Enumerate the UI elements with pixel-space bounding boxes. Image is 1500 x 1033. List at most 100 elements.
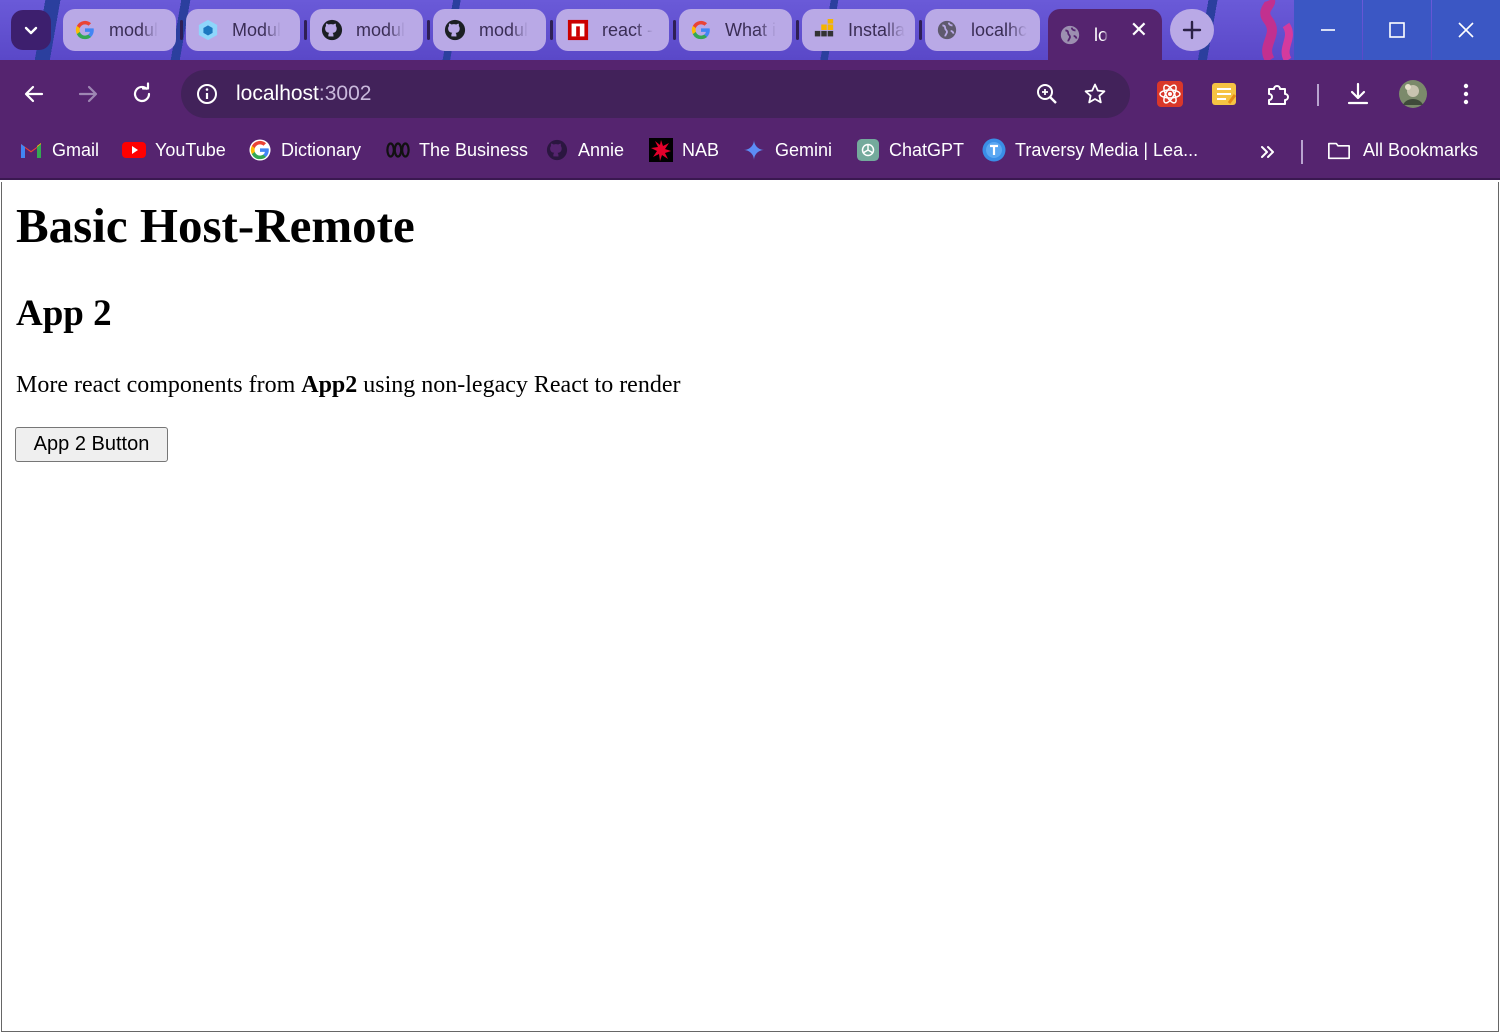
arrow-right-icon xyxy=(78,85,98,103)
gemini-icon xyxy=(742,138,766,162)
zoom-icon[interactable] xyxy=(1033,80,1061,108)
tab-separator xyxy=(796,20,799,40)
chevron-double-right-icon[interactable] xyxy=(1256,140,1280,164)
bookmark-traversy[interactable]: Traversy Media | Lea... xyxy=(982,138,1198,162)
tab-separator xyxy=(550,20,553,40)
tab[interactable]: modul xyxy=(310,9,423,51)
tab-separator xyxy=(919,20,922,40)
google-icon xyxy=(689,18,713,42)
tab-separator xyxy=(673,20,676,40)
maximize-icon xyxy=(1389,22,1405,38)
page-heading: Basic Host-Remote xyxy=(16,198,415,253)
close-window-button[interactable] xyxy=(1432,0,1500,60)
chevron-down-icon xyxy=(24,26,38,35)
bookmark-label: Annie xyxy=(578,139,625,160)
bookmark-label: NAB xyxy=(682,139,720,160)
tab-title: modul xyxy=(479,19,529,40)
bookmark-star-icon[interactable] xyxy=(1081,80,1109,108)
minimize-icon xyxy=(1321,29,1335,31)
tab-title: lo xyxy=(1094,24,1109,45)
bookmark-the-business[interactable]: The Business xyxy=(386,138,528,162)
bookmark-youtube[interactable]: YouTube xyxy=(122,138,226,162)
plus-icon xyxy=(1182,20,1202,40)
page-content: Basic Host-Remote App 2 More react compo… xyxy=(1,182,1499,1032)
github-icon xyxy=(443,18,467,42)
tab-separator xyxy=(180,20,183,40)
page-subheading: App 2 xyxy=(16,293,112,334)
arrow-left-icon xyxy=(24,85,44,103)
bookmark-label: Gemini xyxy=(775,139,833,160)
bookmark-chatgpt[interactable]: ChatGPT xyxy=(856,138,964,162)
react-devtools-icon[interactable] xyxy=(1156,80,1184,108)
back-button[interactable] xyxy=(12,72,56,116)
url-host: localhost xyxy=(236,82,319,105)
webpack-icon xyxy=(196,18,220,42)
tab-active[interactable]: lo ✕ xyxy=(1048,9,1162,60)
github-icon xyxy=(545,138,569,162)
bookmark-gmail[interactable]: Gmail xyxy=(19,138,99,162)
page-description: More react components from App2 using no… xyxy=(16,370,680,400)
bookmark-label: Traversy Media | Lea... xyxy=(1015,139,1199,160)
url-port: :3002 xyxy=(318,82,372,105)
address-bar[interactable]: localhost:3002 xyxy=(181,70,1130,118)
close-tab-icon[interactable]: ✕ xyxy=(1130,19,1148,41)
notes-extension-icon[interactable] xyxy=(1210,80,1238,108)
abc-icon xyxy=(386,138,410,162)
bookmark-nab[interactable]: NAB xyxy=(649,138,719,162)
traversy-icon xyxy=(982,138,1006,162)
globe-icon xyxy=(935,18,959,42)
tab-separator xyxy=(427,20,430,40)
youtube-icon xyxy=(122,138,146,162)
tab-title: What i xyxy=(725,19,777,40)
site-info-icon[interactable] xyxy=(193,80,221,108)
description-app-name: App2 xyxy=(301,372,358,398)
tab[interactable]: modul xyxy=(433,9,546,51)
tab-title: Installa xyxy=(848,19,906,40)
tab-separator xyxy=(304,20,307,40)
close-icon xyxy=(1458,22,1474,38)
theme-decoration xyxy=(1260,0,1293,60)
github-icon xyxy=(320,18,344,42)
bookmark-gemini[interactable]: Gemini xyxy=(742,138,832,162)
folder-icon xyxy=(1327,138,1351,162)
bookmark-dictionary[interactable]: Dictionary xyxy=(248,138,361,162)
reload-button[interactable] xyxy=(120,72,164,116)
globe-icon xyxy=(1058,23,1082,47)
all-bookmarks-label: All Bookmarks xyxy=(1363,139,1479,160)
blocks-icon xyxy=(812,18,836,42)
tab-title: modul xyxy=(356,19,406,40)
new-tab-button[interactable] xyxy=(1170,9,1214,51)
browser-toolbar: localhost:3002 xyxy=(0,60,1500,128)
tab[interactable]: What i xyxy=(679,9,792,51)
description-text: More react components from xyxy=(16,372,302,398)
minimize-button[interactable] xyxy=(1294,0,1362,60)
tab[interactable]: localhc xyxy=(925,9,1040,51)
tab-title: react - xyxy=(602,19,654,40)
description-text-end: using non-legacy React to render xyxy=(357,372,681,398)
bookmark-label: YouTube xyxy=(155,139,226,160)
nab-icon xyxy=(649,138,673,162)
menu-kebab-icon[interactable] xyxy=(1452,80,1480,108)
tab-title: Modul xyxy=(232,19,282,40)
bookmarks-bar: Gmail YouTube Dictionary The Business An… xyxy=(0,128,1500,180)
app2-button[interactable]: App 2 Button xyxy=(15,427,168,462)
tab[interactable]: Installa xyxy=(802,9,915,51)
download-icon[interactable] xyxy=(1344,80,1372,108)
reload-icon xyxy=(133,82,151,103)
gmail-icon xyxy=(19,138,43,162)
npm-icon xyxy=(566,18,590,42)
bookmark-annie[interactable]: Annie xyxy=(545,138,624,162)
chatgpt-icon xyxy=(856,138,880,162)
all-bookmarks-button[interactable]: All Bookmarks xyxy=(1327,138,1478,162)
tab[interactable]: modul xyxy=(63,9,176,51)
maximize-button[interactable] xyxy=(1363,0,1431,60)
tab[interactable]: Modul xyxy=(186,9,300,51)
tab[interactable]: react - xyxy=(556,9,669,51)
tab-strip: modul Modul modul modul react - What i I… xyxy=(0,0,1500,60)
google-icon xyxy=(73,18,97,42)
profile-avatar[interactable] xyxy=(1398,79,1428,109)
forward-button[interactable] xyxy=(66,72,110,116)
tab-search-button[interactable] xyxy=(11,10,51,50)
extensions-puzzle-icon[interactable] xyxy=(1264,80,1292,108)
bookmark-label: The Business xyxy=(419,139,529,160)
